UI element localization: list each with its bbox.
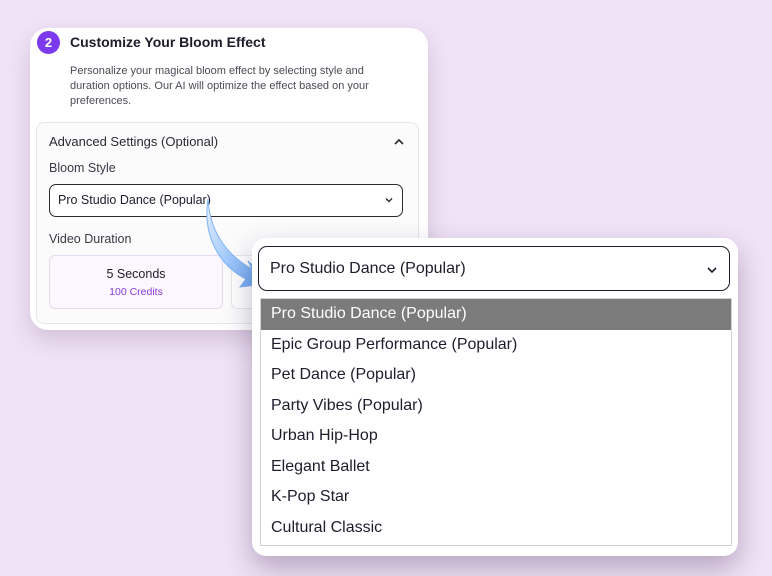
video-duration-label: Video Duration [49, 232, 132, 246]
bloom-style-select-expanded[interactable]: Pro Studio Dance (Popular) [258, 246, 730, 291]
bloom-style-value: Pro Studio Dance (Popular) [58, 193, 211, 207]
chevron-up-icon[interactable] [392, 135, 406, 149]
advanced-settings-title[interactable]: Advanced Settings (Optional) [49, 134, 218, 149]
option-party-vibes[interactable]: Party Vibes (Popular) [261, 391, 731, 422]
card-title: Customize Your Bloom Effect [70, 34, 266, 50]
bloom-style-label: Bloom Style [49, 161, 116, 175]
option-pro-studio-dance[interactable]: Pro Studio Dance (Popular) [261, 299, 731, 330]
option-k-pop-star[interactable]: K-Pop Star [261, 482, 731, 513]
chevron-down-icon [707, 267, 717, 274]
chevron-down-icon [385, 198, 393, 203]
options-list: Pro Studio Dance (Popular) Epic Group Pe… [260, 298, 732, 546]
option-urban-hip-hop[interactable]: Urban Hip-Hop [261, 421, 731, 452]
step-number-badge: 2 [37, 31, 60, 54]
option-pet-dance[interactable]: Pet Dance (Popular) [261, 360, 731, 391]
bloom-style-dropdown: Pro Studio Dance (Popular) Pro Studio Da… [252, 238, 738, 556]
duration-option-5s[interactable]: 5 Seconds 100 Credits [49, 255, 223, 309]
option-cultural-classic[interactable]: Cultural Classic [261, 513, 731, 544]
selected-value: Pro Studio Dance (Popular) [270, 260, 466, 277]
card-description: Personalize your magical bloom effect by… [70, 65, 369, 107]
option-elegant-ballet[interactable]: Elegant Ballet [261, 452, 731, 483]
option-epic-group-performance[interactable]: Epic Group Performance (Popular) [261, 330, 731, 361]
duration-credits: 100 Credits [109, 286, 163, 298]
duration-title: 5 Seconds [106, 267, 166, 281]
